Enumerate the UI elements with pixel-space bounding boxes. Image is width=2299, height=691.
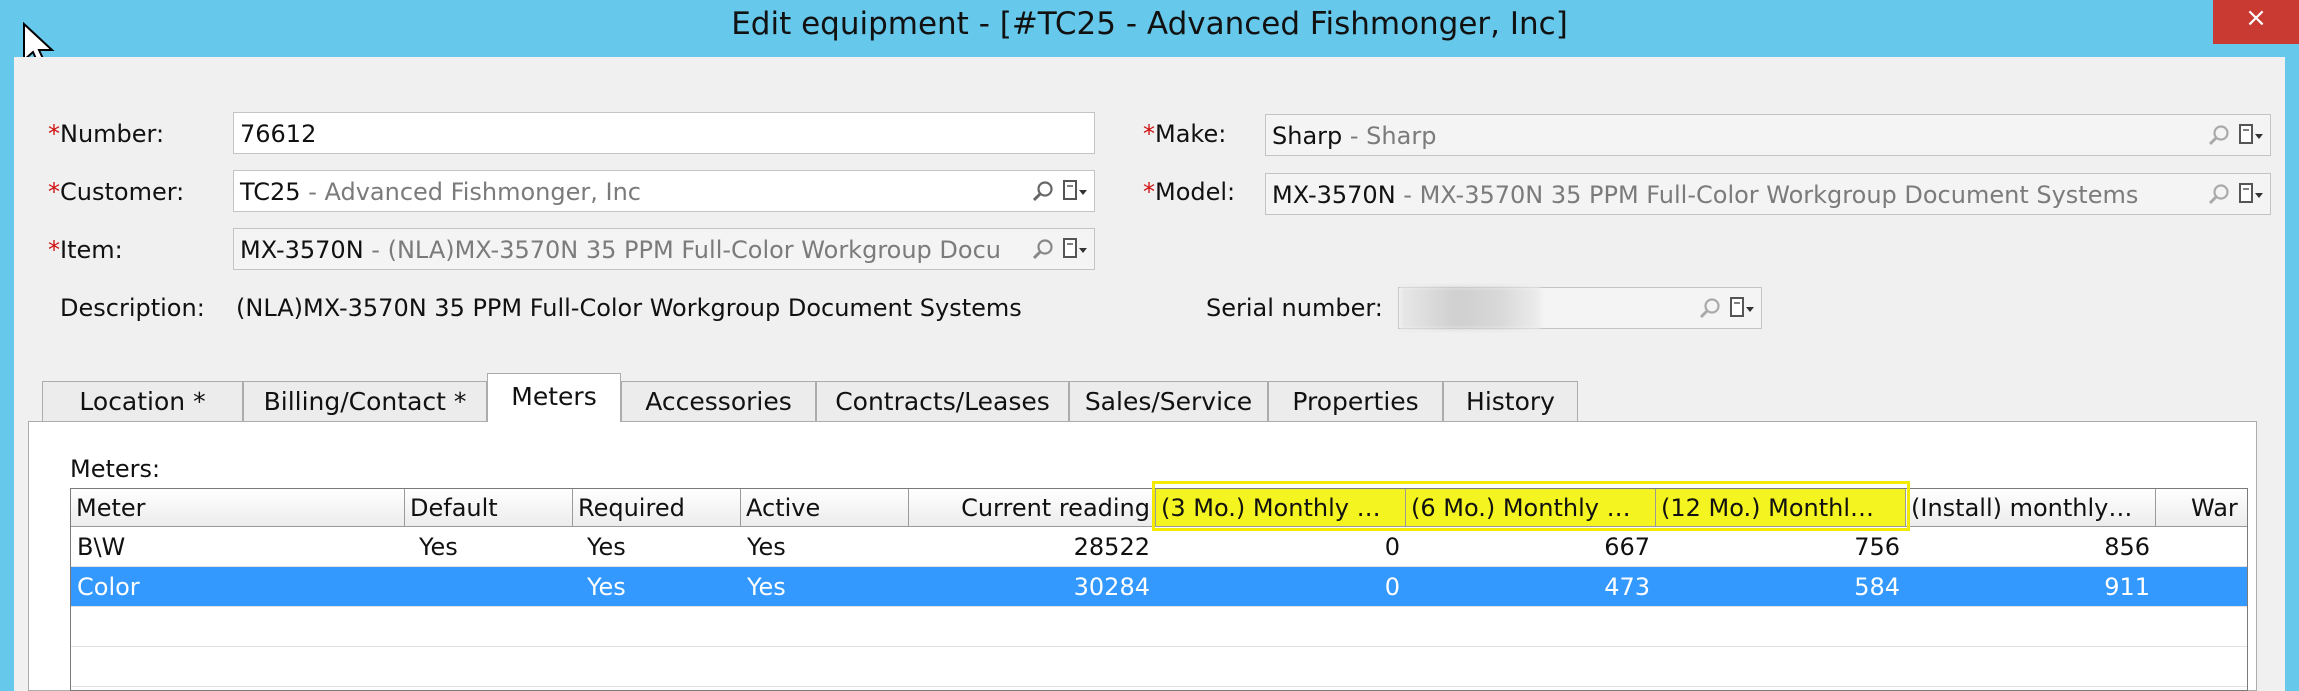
cell-current-reading: 30284 xyxy=(1073,573,1150,601)
cell-required: Yes xyxy=(587,533,626,561)
search-icon[interactable] xyxy=(2208,183,2230,205)
column-header-install-monthly[interactable]: (Install) monthly… xyxy=(1906,489,2156,527)
search-icon[interactable] xyxy=(2208,124,2230,146)
document-menu-icon[interactable] xyxy=(2238,182,2264,206)
column-header-12mo-monthly[interactable]: (12 Mo.) Monthl… xyxy=(1656,489,1906,527)
serial-number-label: Serial number: xyxy=(1206,294,1383,322)
customer-label: *Customer: xyxy=(48,178,185,206)
description-value: (NLA)MX-3570N 35 PPM Full-Color Workgrou… xyxy=(236,294,1022,322)
model-field[interactable]: MX-3570N - MX-3570N 35 PPM Full-Color Wo… xyxy=(1265,173,2271,215)
table-row[interactable]: B\W Yes Yes Yes 28522 0 667 756 856 xyxy=(71,527,2247,567)
title-bar: Edit equipment - [#TC25 - Advanced Fishm… xyxy=(0,0,2299,57)
cell-6mo: 473 xyxy=(1604,573,1650,601)
tab-contracts-leases[interactable]: Contracts/Leases xyxy=(816,381,1069,421)
cell-active: Yes xyxy=(747,533,786,561)
cell-required: Yes xyxy=(587,573,626,601)
document-menu-icon[interactable] xyxy=(1062,237,1088,261)
document-menu-icon[interactable] xyxy=(1062,179,1088,203)
cell-current-reading: 28522 xyxy=(1073,533,1150,561)
cell-default: Yes xyxy=(419,533,458,561)
search-icon[interactable] xyxy=(1699,297,1721,319)
cell-meter: Color xyxy=(77,573,140,601)
tab-accessories[interactable]: Accessories xyxy=(621,381,816,421)
model-label: *Model: xyxy=(1143,178,1236,206)
tab-sales-service[interactable]: Sales/Service xyxy=(1069,381,1268,421)
close-icon: × xyxy=(2245,3,2267,33)
tab-location[interactable]: Location * xyxy=(42,381,243,421)
item-field[interactable]: MX-3570N - (NLA)MX-3570N 35 PPM Full-Col… xyxy=(233,228,1095,270)
table-row[interactable]: Color Yes Yes 30284 0 473 584 911 xyxy=(71,567,2247,607)
column-header-default[interactable]: Default xyxy=(405,489,573,527)
redacted-serial-value xyxy=(1400,287,1540,329)
tab-meters[interactable]: Meters xyxy=(487,373,621,422)
column-header-warranty[interactable]: War xyxy=(2156,489,2247,527)
column-header-6mo-monthly[interactable]: (6 Mo.) Monthly … xyxy=(1406,489,1656,527)
column-header-3mo-monthly[interactable]: (3 Mo.) Monthly … xyxy=(1156,489,1406,527)
cell-install: 911 xyxy=(2104,573,2150,601)
document-menu-icon[interactable] xyxy=(1729,296,1755,320)
close-button[interactable]: × xyxy=(2213,0,2299,44)
cell-12mo: 584 xyxy=(1854,573,1900,601)
make-field[interactable]: Sharp - Sharp xyxy=(1265,114,2271,156)
empty-row xyxy=(71,607,2247,647)
number-input[interactable]: 76612 xyxy=(233,112,1095,154)
cell-6mo: 667 xyxy=(1604,533,1650,561)
column-header-active[interactable]: Active xyxy=(741,489,909,527)
document-menu-icon[interactable] xyxy=(2238,123,2264,147)
tab-history[interactable]: History xyxy=(1443,381,1578,421)
window-border-left xyxy=(0,57,14,691)
customer-field[interactable]: TC25 - Advanced Fishmonger, Inc xyxy=(233,170,1095,212)
make-label: *Make: xyxy=(1143,120,1227,148)
cell-3mo: 0 xyxy=(1384,573,1400,601)
cell-active: Yes xyxy=(747,573,786,601)
column-header-current-reading[interactable]: Current reading xyxy=(909,489,1156,527)
window-title: Edit equipment - [#TC25 - Advanced Fishm… xyxy=(731,6,1568,42)
cell-meter: B\W xyxy=(77,533,126,561)
meters-section-label: Meters: xyxy=(70,455,161,483)
column-header-required[interactable]: Required xyxy=(573,489,741,527)
cell-default xyxy=(405,567,573,607)
meters-grid[interactable]: Meter Default Required Active Current re… xyxy=(70,488,2248,691)
window-border-right xyxy=(2285,57,2299,691)
empty-row xyxy=(71,647,2247,687)
search-icon[interactable] xyxy=(1032,238,1054,260)
cell-install: 856 xyxy=(2104,533,2150,561)
search-icon[interactable] xyxy=(1032,180,1054,202)
description-label: Description: xyxy=(60,294,205,322)
number-label: *Number: xyxy=(48,120,165,148)
cell-3mo: 0 xyxy=(1384,533,1400,561)
column-header-meter[interactable]: Meter xyxy=(71,489,405,527)
item-label: *Item: xyxy=(48,236,123,264)
cell-12mo: 756 xyxy=(1854,533,1900,561)
tab-billing-contact[interactable]: Billing/Contact * xyxy=(243,381,487,421)
tab-properties[interactable]: Properties xyxy=(1268,381,1443,421)
